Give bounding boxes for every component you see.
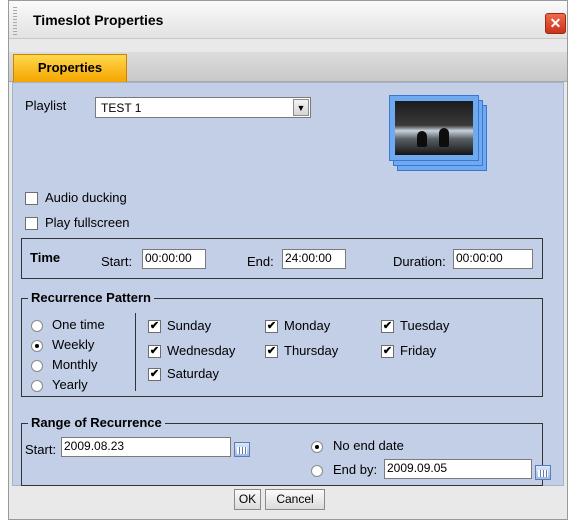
pattern-yearly-label: Yearly <box>52 377 88 392</box>
recurrence-pattern-legend: Recurrence Pattern <box>28 290 154 305</box>
day-wednesday-checkbox[interactable]: ✔ <box>148 345 161 358</box>
tab-bar: Properties <box>9 52 567 82</box>
title-bar[interactable]: Timeslot Properties ✕ <box>9 1 567 39</box>
day-monday-label: Monday <box>284 318 331 333</box>
thumbnail-image <box>389 95 479 161</box>
no-end-date-label: No end date <box>333 438 404 453</box>
ok-button[interactable]: OK <box>234 489 261 510</box>
person-silhouette-icon <box>439 128 449 147</box>
tab-properties[interactable]: Properties <box>13 54 127 82</box>
duration-input[interactable]: 00:00:00 <box>453 249 533 269</box>
range-start-date-input[interactable]: 2009.08.23 <box>61 437 231 457</box>
play-fullscreen-label: Play fullscreen <box>45 215 130 230</box>
time-legend: Time <box>30 250 61 265</box>
day-monday-checkbox[interactable]: ✔ <box>265 320 278 333</box>
calendar-icon[interactable] <box>234 442 250 457</box>
end-by-label: End by: <box>333 462 378 477</box>
time-group: Time Start: 00:00:00 End: 24:00:00 Durat… <box>21 238 543 279</box>
day-sunday-label: Sunday <box>167 318 212 333</box>
audio-ducking-checkbox[interactable] <box>25 192 38 205</box>
playlist-selected-value: TEST 1 <box>101 101 142 115</box>
playlist-select[interactable]: TEST 1 ▼ <box>95 97 311 118</box>
cancel-button[interactable]: Cancel <box>265 489 325 510</box>
chevron-down-icon[interactable]: ▼ <box>293 99 309 116</box>
day-tuesday-checkbox[interactable]: ✔ <box>381 320 394 333</box>
drag-grip-icon[interactable] <box>13 7 17 35</box>
day-friday-label: Friday <box>400 343 437 358</box>
dialog-title: Timeslot Properties <box>33 12 164 28</box>
start-time-input[interactable]: 00:00:00 <box>142 249 206 269</box>
audio-ducking-label: Audio ducking <box>45 190 127 205</box>
pattern-yearly-radio[interactable] <box>31 380 43 392</box>
close-icon: ✕ <box>549 15 562 31</box>
pattern-monthly-radio[interactable] <box>31 360 43 372</box>
end-time-input[interactable]: 24:00:00 <box>282 249 346 269</box>
pattern-one-time-label: One time <box>52 317 105 332</box>
play-fullscreen-checkbox[interactable] <box>25 217 38 230</box>
playlist-label: Playlist <box>25 98 67 113</box>
day-sunday-checkbox[interactable]: ✔ <box>148 320 161 333</box>
properties-panel: Playlist TEST 1 ▼ Audio ducking Play ful… <box>12 82 564 486</box>
no-end-date-radio[interactable] <box>311 441 323 453</box>
range-start-label: Start: <box>25 442 57 457</box>
day-friday-checkbox[interactable]: ✔ <box>381 345 394 358</box>
day-wednesday-label: Wednesday <box>167 343 236 358</box>
range-of-recurrence-group: Range of Recurrence Start: 2009.08.23 No… <box>21 415 551 486</box>
duration-label: Duration: <box>393 254 446 269</box>
pattern-one-time-radio[interactable] <box>31 320 43 332</box>
pattern-weekly-label: Weekly <box>52 337 95 352</box>
day-tuesday-label: Tuesday <box>400 318 450 333</box>
day-thursday-label: Thursday <box>284 343 339 358</box>
person-silhouette-icon <box>417 131 427 147</box>
end-by-radio[interactable] <box>311 465 323 477</box>
thumbnail-photo <box>395 101 473 155</box>
timeslot-properties-dialog: Timeslot Properties ✕ Properties Playlis… <box>8 0 568 520</box>
end-by-date-input[interactable]: 2009.09.05 <box>384 459 532 479</box>
playlist-thumbnail <box>389 95 489 177</box>
range-of-recurrence-legend: Range of Recurrence <box>28 415 165 430</box>
start-time-label: Start: <box>101 254 133 269</box>
pattern-monthly-label: Monthly <box>52 357 98 372</box>
close-button[interactable]: ✕ <box>545 13 566 34</box>
day-thursday-checkbox[interactable]: ✔ <box>265 345 278 358</box>
pattern-weekly-radio[interactable] <box>31 340 43 352</box>
day-saturday-checkbox[interactable]: ✔ <box>148 368 161 381</box>
recurrence-pattern-group: Recurrence Pattern One time Weekly Month… <box>21 290 543 397</box>
day-saturday-label: Saturday <box>167 366 220 381</box>
calendar-icon[interactable] <box>535 465 551 480</box>
end-time-label: End: <box>247 254 274 269</box>
pattern-divider <box>135 313 136 391</box>
